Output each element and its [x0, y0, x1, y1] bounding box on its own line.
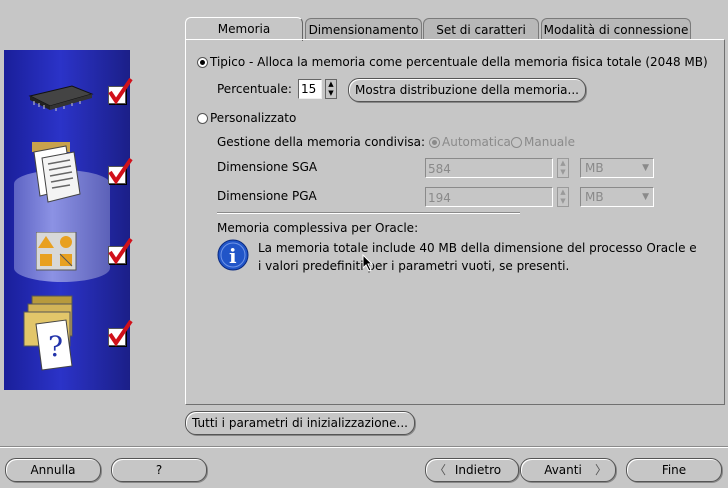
back-arrow-icon: 〈: [434, 463, 447, 477]
tab-modalita-di-connessione[interactable]: Modalità di connessione: [541, 18, 691, 40]
all-init-parameters-button[interactable]: Tutti i parametri di inizializzazione...: [185, 411, 415, 435]
sga-spinner[interactable]: ▲ ▼: [557, 158, 569, 178]
spinner-up-icon[interactable]: ▲: [326, 80, 336, 89]
tab-set-di-caratteri[interactable]: Set di caratteri: [423, 18, 539, 40]
sga-label: Dimensione SGA: [217, 160, 318, 174]
sga-unit-value: MB: [585, 161, 604, 175]
step-check-icon: [108, 319, 133, 347]
step-check-icon: [108, 77, 133, 105]
back-label: Indietro: [454, 463, 502, 477]
pga-spinner[interactable]: ▲ ▼: [557, 187, 569, 207]
typical-radio[interactable]: [197, 57, 208, 68]
sga-input[interactable]: 584: [425, 158, 553, 178]
pga-input[interactable]: 194: [425, 187, 553, 207]
help-button[interactable]: ?: [111, 458, 207, 482]
percent-spinner[interactable]: ▲ ▼: [325, 79, 337, 99]
percent-label: Percentuale:: [217, 82, 292, 96]
manual-radio[interactable]: [511, 137, 522, 148]
manual-label: Manuale: [524, 135, 575, 149]
back-button[interactable]: 〈 Indietro: [425, 458, 519, 482]
auto-radio[interactable]: [429, 137, 440, 148]
mouse-cursor-icon: [362, 254, 374, 272]
tab-dimensionamento[interactable]: Dimensionamento: [305, 18, 422, 40]
next-label: Avanti: [544, 463, 582, 477]
auto-label: Automatica: [442, 135, 511, 149]
custom-radio[interactable]: [197, 113, 208, 124]
info-text: La memoria totale include 40 MB della di…: [258, 241, 697, 273]
sga-unit-select[interactable]: MB ▼: [580, 158, 654, 178]
percent-input[interactable]: 15: [298, 79, 322, 99]
tab-memoria[interactable]: Memoria: [185, 17, 303, 41]
chevron-down-icon: ▼: [642, 192, 649, 202]
step-check-icon: [108, 157, 133, 185]
info-icon: i: [217, 239, 249, 271]
pga-unit-value: MB: [585, 190, 604, 204]
next-button[interactable]: Avanti 〉: [520, 458, 616, 482]
pga-unit-select[interactable]: MB ▼: [580, 187, 654, 207]
memory-chip-icon: [28, 85, 94, 111]
typical-label: Tipico - Alloca la memoria come percentu…: [210, 55, 708, 69]
help-folders-icon: ?: [23, 295, 73, 371]
documents-icon: [32, 142, 81, 203]
total-memory-label: Memoria complessiva per Oracle:: [217, 221, 419, 235]
spinner-down-icon[interactable]: ▼: [326, 89, 336, 98]
divider: [217, 212, 520, 214]
svg-text:i: i: [229, 244, 237, 268]
footer-separator: [0, 446, 728, 448]
step-check-icon: [108, 237, 133, 265]
svg-text:?: ?: [48, 330, 63, 363]
cancel-button[interactable]: Annulla: [5, 458, 101, 482]
shared-memory-label: Gestione della memoria condivisa:: [217, 135, 426, 149]
finish-button[interactable]: Fine: [626, 458, 722, 482]
pga-label: Dimensione PGA: [217, 189, 317, 203]
wizard-steps-graphic: ?: [4, 50, 133, 390]
show-memory-distribution-button[interactable]: Mostra distribuzione della memoria...: [348, 78, 586, 102]
chevron-down-icon: ▼: [642, 163, 649, 173]
next-arrow-icon: 〉: [594, 463, 607, 477]
custom-label: Personalizzato: [210, 111, 297, 125]
shapes-icon: [36, 232, 77, 271]
